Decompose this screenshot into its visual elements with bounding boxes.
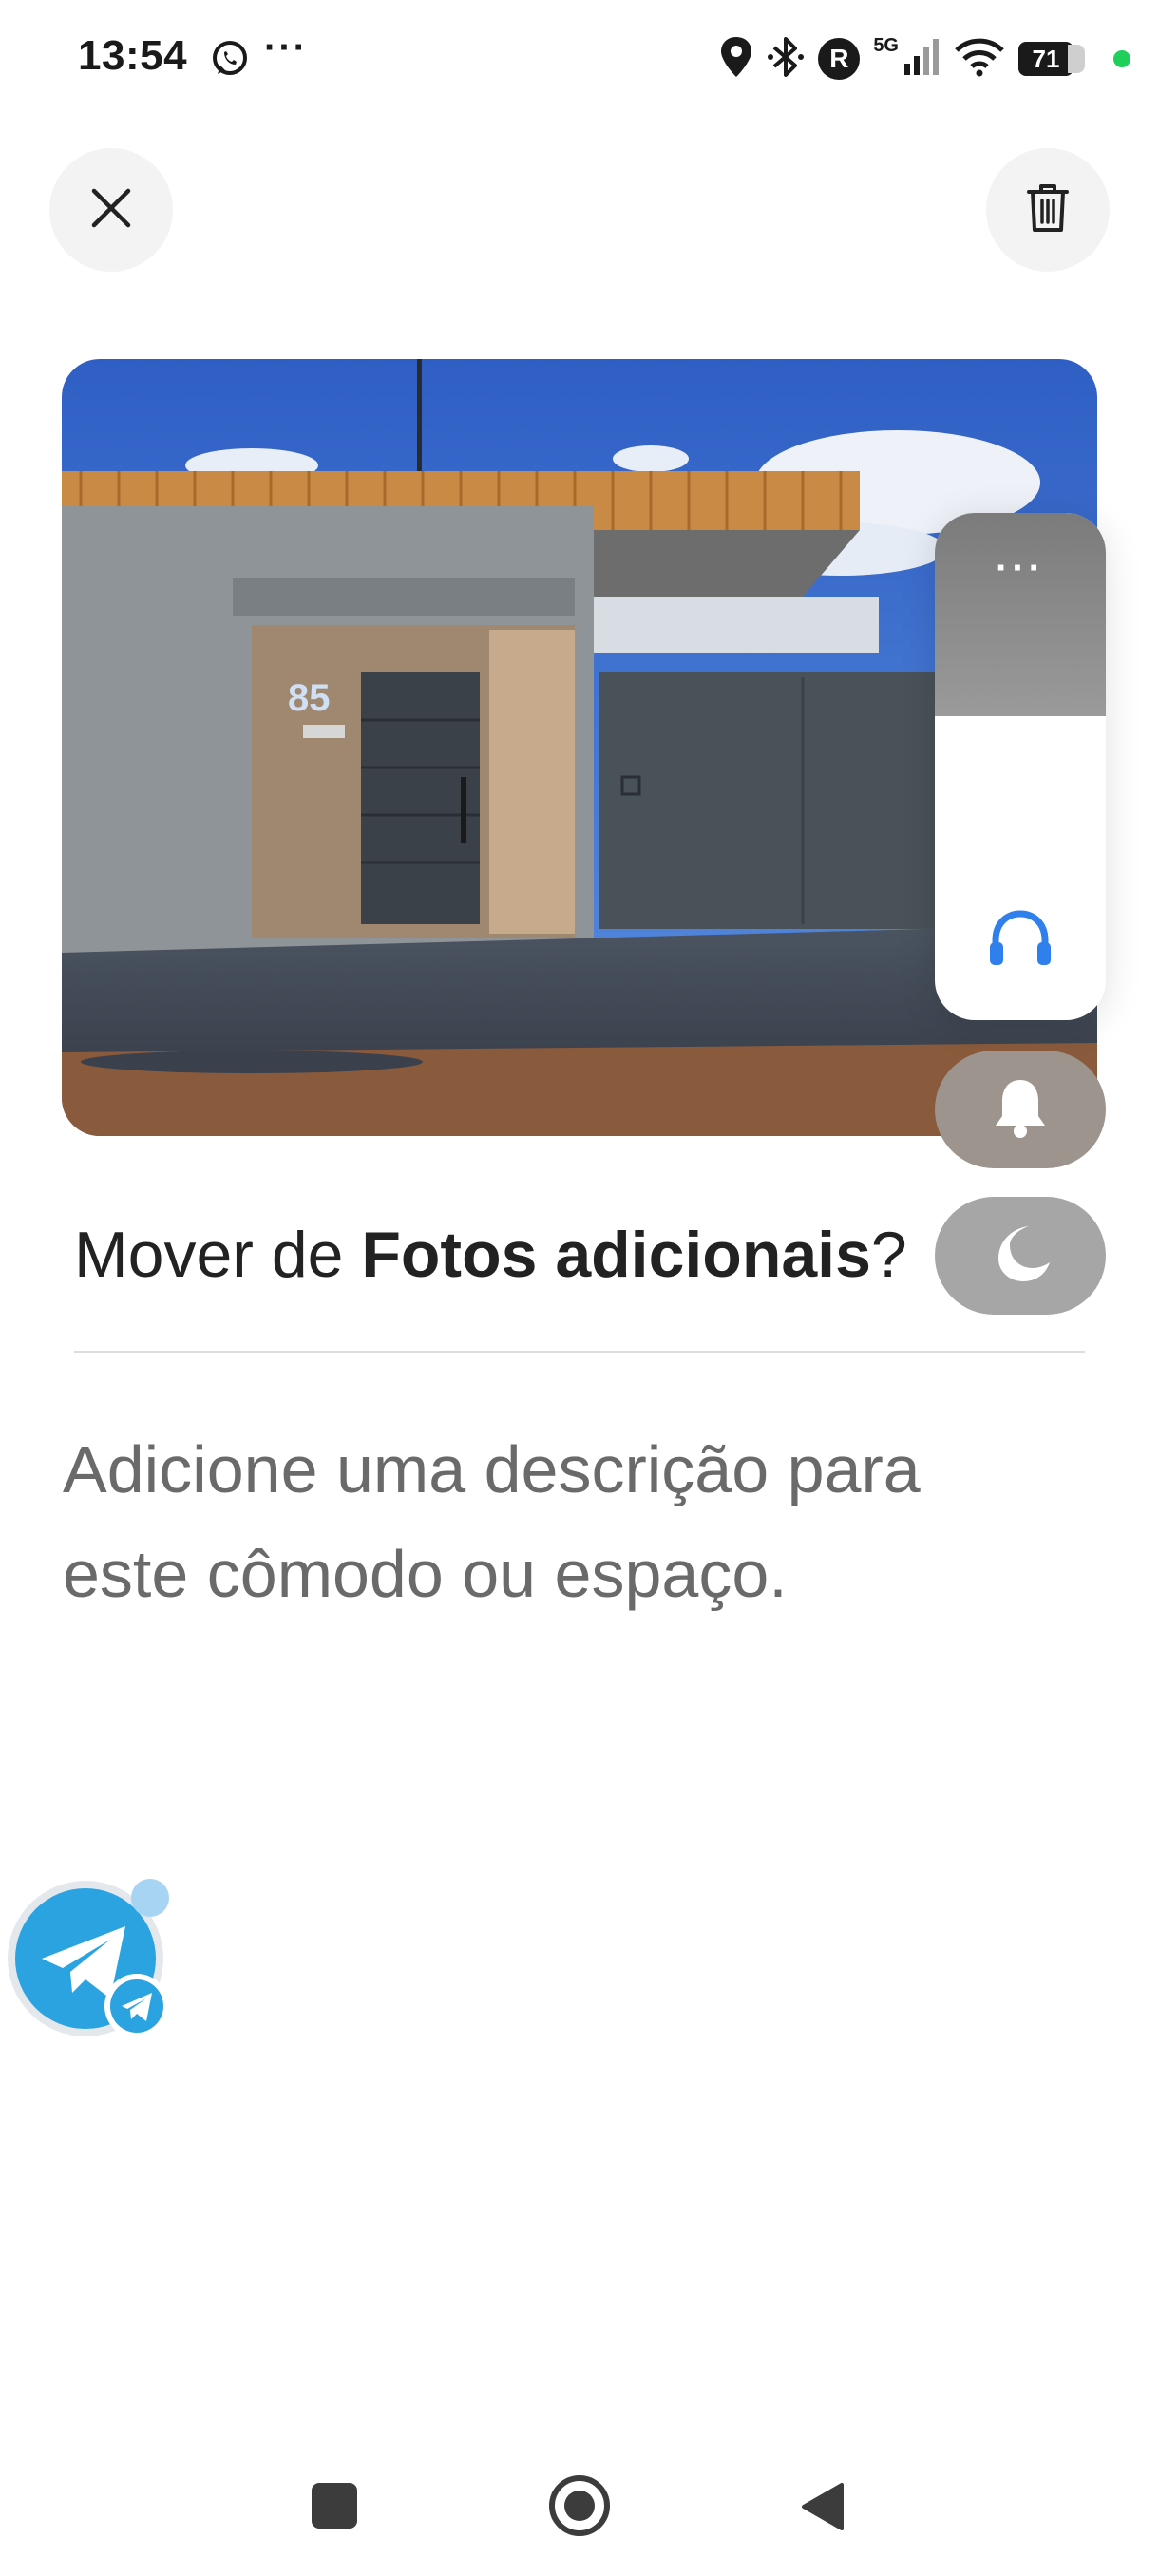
bluetooth-icon [767,35,805,84]
wifi-icon [954,37,1005,82]
battery-indicator: 71 [1018,42,1085,76]
close-icon [90,187,132,234]
description-input[interactable]: Adicione uma descrição para este cômodo … [63,1417,1013,1626]
privacy-indicator-dot [1113,50,1130,67]
back-button[interactable] [800,2481,846,2537]
signal-icon [902,37,940,82]
title-prefix: Mover de [74,1219,362,1291]
more-icon[interactable]: ··· [935,547,1106,590]
divider [74,1351,1085,1353]
home-button[interactable] [549,2475,610,2536]
location-icon [719,35,753,84]
r-badge: R [818,38,861,80]
network-type: 5G [873,34,899,56]
status-time: 13:54 [78,32,188,79]
bell-toggle[interactable] [935,1051,1106,1168]
floating-quick-panel[interactable]: ··· [935,513,1106,1020]
battery-tip [1068,45,1085,73]
panel-more-area[interactable]: ··· [935,513,1106,716]
status-indicators: R 5G 71 [719,34,1130,84]
title-room-name[interactable]: Fotos adicionais [361,1219,871,1291]
status-bar: 13:54 ··· R 5G 71 [0,0,1159,123]
battery-level: 71 [1018,42,1074,76]
recents-button[interactable] [312,2483,357,2529]
delete-photo-button[interactable] [986,148,1110,272]
trash-icon [1027,183,1069,237]
status-more-icon: ··· [264,27,308,68]
whatsapp-icon [209,38,251,85]
bell-icon [991,1076,1050,1144]
house-number: 85 [288,677,331,719]
moon-icon [987,1221,1054,1292]
moon-toggle[interactable] [935,1197,1106,1315]
close-button[interactable] [49,148,173,272]
move-title: Mover de Fotos adicionais? [74,1218,907,1292]
headphones-icon[interactable] [982,904,1058,977]
telegram-floating-bubble[interactable] [4,1877,171,2044]
title-suffix: ? [870,1219,907,1291]
system-navigation-bar [0,2441,1159,2576]
